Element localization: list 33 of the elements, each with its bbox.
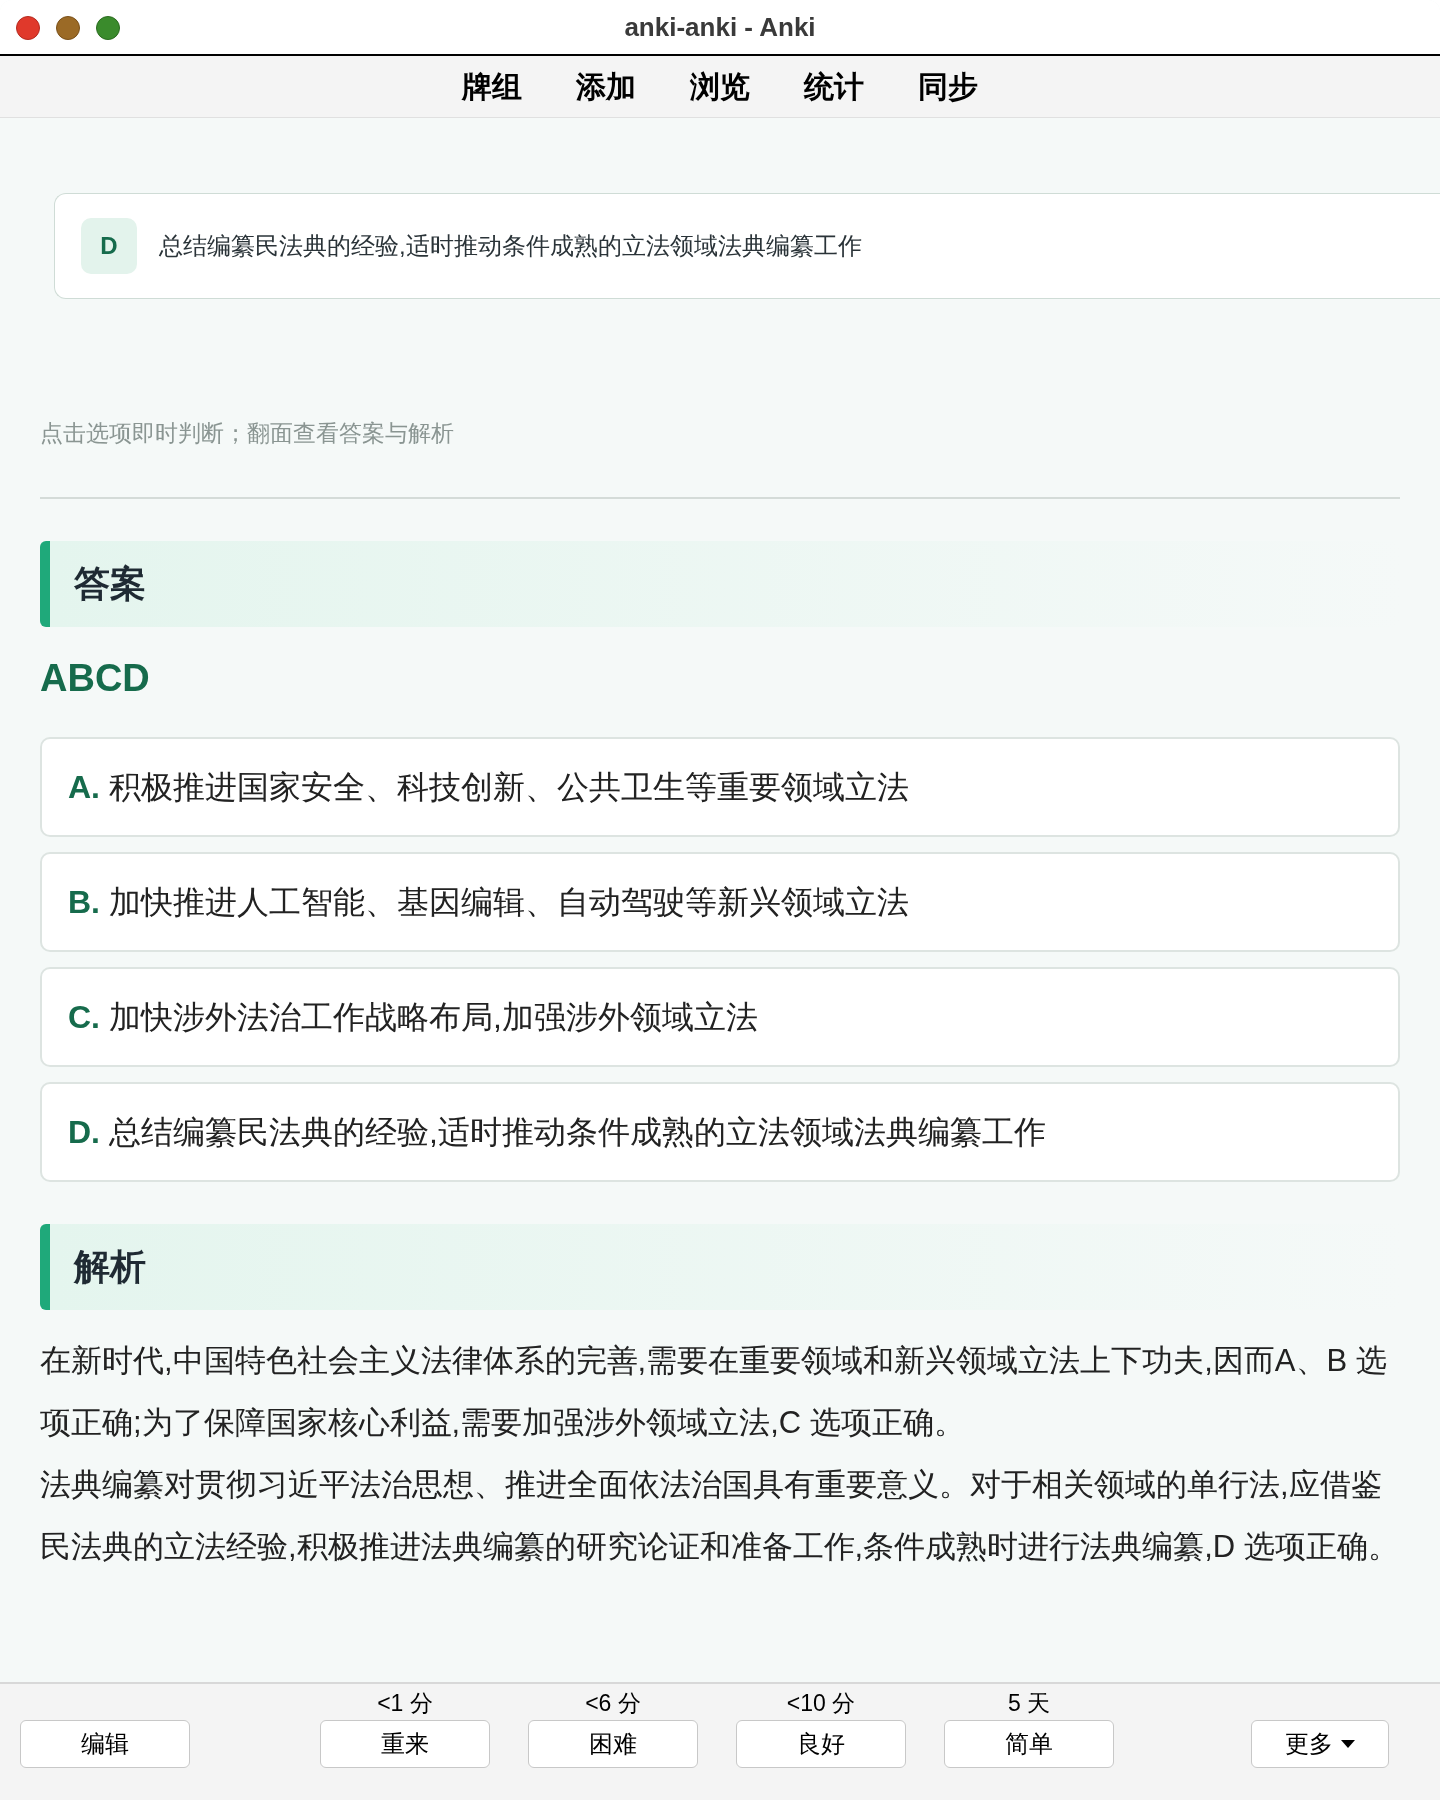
option-card[interactable]: D 总结编纂民法典的经验,适时推动条件成熟的立法领域法典编纂工作	[54, 193, 1440, 299]
interval-label: <1 分	[377, 1690, 433, 1716]
answer-button[interactable]: 良好	[736, 1720, 906, 1768]
option-text: A. 积极推进国家安全、科技创新、公共卫生等重要领域立法	[68, 767, 909, 807]
explanation-paragraph: 法典编纂对贯彻习近平法治思想、推进全面依法治国具有重要意义。对于相关领域的单行法,应借鉴民法典的立法经验,积极推进法典编纂的研究论证和准备工作,条件成熟时进行法典编纂,D 选项正确。	[40, 1465, 1400, 1566]
answer-button[interactable]: 困难	[528, 1720, 698, 1768]
nav-link[interactable]: 浏览	[690, 64, 750, 109]
close-icon[interactable]	[16, 16, 40, 40]
nav-link[interactable]: 同步	[918, 64, 978, 109]
answer-button[interactable]: 简单	[944, 1720, 1114, 1768]
hint-text: 点击选项即时判断；翻面查看答案与解析	[40, 419, 455, 448]
option-letter: D	[81, 218, 137, 274]
more-button[interactable]: 更多	[1251, 1720, 1389, 1768]
interval-label: <6 分	[585, 1690, 641, 1716]
zoom-icon[interactable]	[96, 16, 120, 40]
answer-button[interactable]: 重来	[320, 1720, 490, 1768]
minimize-icon[interactable]	[56, 16, 80, 40]
section-title: 答案	[74, 561, 146, 606]
nav-link[interactable]: 统计	[804, 64, 864, 109]
option-text: B. 加快推进人工智能、基因编辑、自动驾驶等新兴领域立法	[68, 882, 909, 922]
interval-label: <10 分	[786, 1690, 856, 1716]
nav-link[interactable]: 牌组	[462, 64, 522, 109]
answer-value: ABCD	[40, 658, 151, 697]
option-text: 总结编纂民法典的经验,适时推动条件成熟的立法领域法典编纂工作	[159, 231, 862, 261]
section-title: 解析	[74, 1244, 146, 1289]
option-text: D. 总结编纂民法典的经验,适时推动条件成熟的立法领域法典编纂工作	[68, 1112, 1046, 1152]
caret-icon	[1341, 1740, 1355, 1748]
interval-label: 5 天	[1007, 1690, 1051, 1716]
explanation-paragraph: 在新时代,中国特色社会主义法律体系的完善,需要在重要领域和新兴领域立法上下功夫,因而A、B 选项正确;为了保障国家核心利益,需要加强涉外领域立法,C 选项正确。	[40, 1341, 1388, 1442]
window-title: anki-anki - Anki	[624, 10, 816, 44]
edit-button[interactable]: 编辑	[20, 1720, 190, 1768]
nav-link[interactable]: 添加	[576, 64, 636, 109]
option-text: C. 加快涉外法治工作战略布局,加强涉外领域立法	[68, 997, 758, 1037]
